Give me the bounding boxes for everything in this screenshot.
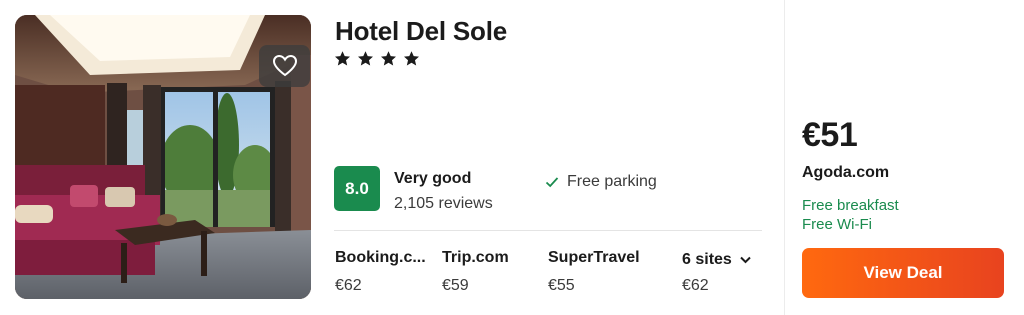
hotel-photo[interactable]	[15, 15, 311, 299]
site-name: Booking.c...	[335, 249, 426, 266]
review-count[interactable]: 2,105 reviews	[394, 195, 493, 213]
favorite-button[interactable]	[259, 45, 310, 87]
vertical-divider	[784, 0, 785, 315]
amenity-label: Free parking	[567, 173, 657, 190]
heart-icon	[272, 55, 297, 77]
more-sites-label: 6 sites	[682, 251, 732, 268]
star-icon	[404, 51, 419, 66]
review-score-badge: 8.0	[334, 166, 380, 211]
hotel-result-card[interactable]: Hotel Del Sole 8.0 Very good 2,105 revie…	[0, 0, 1024, 315]
perk-free-wifi: Free Wi-Fi	[802, 216, 872, 233]
deal-provider: Agoda.com	[802, 164, 890, 181]
site-name: SuperTravel	[548, 249, 640, 266]
star-rating	[334, 50, 420, 67]
hotel-name[interactable]: Hotel Del Sole	[335, 16, 507, 47]
star-icon	[358, 51, 373, 66]
review-score-label: Very good	[394, 170, 472, 187]
check-icon	[545, 177, 559, 188]
site-trip[interactable]: Trip.com €59	[442, 249, 509, 295]
deal-price: €51	[802, 116, 858, 154]
view-deal-button[interactable]: View Deal	[802, 248, 1004, 298]
site-price: €62	[682, 277, 709, 294]
divider	[334, 230, 762, 231]
site-name: Trip.com	[442, 249, 509, 266]
chevron-down-icon	[740, 256, 751, 264]
perk-free-breakfast: Free breakfast	[802, 197, 899, 214]
more-sites-dropdown[interactable]: 6 sites €62	[682, 251, 751, 295]
site-supertravel[interactable]: SuperTravel €55	[548, 249, 640, 295]
star-icon	[381, 51, 396, 66]
site-price: €59	[442, 277, 469, 294]
site-booking[interactable]: Booking.c... €62	[335, 249, 426, 295]
site-price: €55	[548, 277, 575, 294]
site-price: €62	[335, 277, 362, 294]
star-icon	[335, 51, 350, 66]
amenity-free-parking: Free parking	[545, 173, 657, 191]
